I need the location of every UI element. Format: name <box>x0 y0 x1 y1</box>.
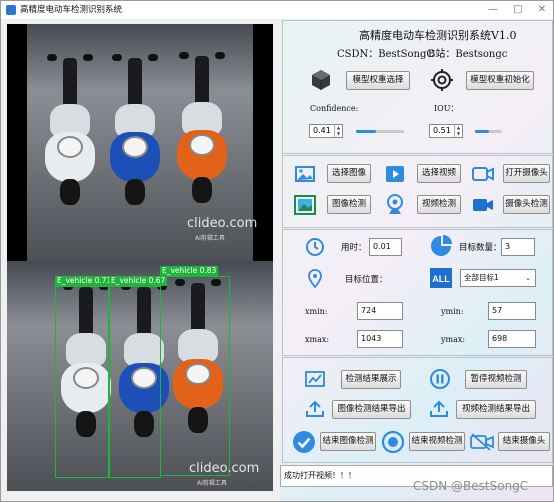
xmax-label: xmax: <box>305 335 330 344</box>
control-panel: 高精度电动车检测识别系统V1.0 CSDN：BestSongC B站：Bests… <box>280 19 553 501</box>
confidence-spinbox[interactable]: 0.41 ▲ ▼ <box>309 124 343 138</box>
spin-arrows-icon[interactable]: ▲ ▼ <box>334 125 342 137</box>
iou-spinbox[interactable]: 0.51 ▲ ▼ <box>429 124 463 138</box>
video-file-icon <box>386 166 404 182</box>
confidence-label: Confidence: <box>310 104 359 113</box>
svg-text:ALL: ALL <box>432 274 450 284</box>
select-image-button[interactable]: 选择图像 <box>327 164 371 183</box>
actions-section: 选择图像 选择视频 打开摄像头 图像检测 视频检测 摄像头检测 <box>282 155 553 228</box>
detection-label: E_vehicle 0.71 <box>55 276 114 286</box>
confidence-slider[interactable] <box>356 130 404 133</box>
open-camera-button[interactable]: 打开摄像头 <box>503 164 550 183</box>
confidence-slider-fill <box>356 130 376 133</box>
status-message: 成功打开视频！！！ <box>284 471 356 480</box>
select-video-button[interactable]: 选择视频 <box>417 164 461 183</box>
page-watermark: CSDN @BestSongC <box>413 479 529 493</box>
watermark-text: clideo.com <box>189 461 260 476</box>
camera-off-icon <box>470 433 494 451</box>
detection-label: E_vehicle 0.83 <box>160 266 219 276</box>
bilibili-label: B站：Bestsongc <box>428 49 508 60</box>
minimize-button[interactable]: — <box>485 3 501 16</box>
ymin-label: ymin: <box>441 307 464 316</box>
pie-chart-icon <box>431 235 452 256</box>
model-select-button[interactable]: 模型权重选择 <box>346 71 410 90</box>
target-select-dropdown[interactable]: 全部目标1 ⌄ <box>460 269 536 287</box>
export-image-results-button[interactable]: 图像检测结果导出 <box>332 400 411 419</box>
camera-icon <box>472 167 494 181</box>
original-image-panel: clideo.com AI剪辑工具 <box>7 24 273 264</box>
results-section: 用时： 0.01 目标数量： 3 目标位置： ALL 全部目标1 ⌄ xmin: <box>282 229 553 356</box>
ymax-field[interactable]: 698 <box>488 330 536 348</box>
video-detect-button[interactable]: 视频检测 <box>417 195 461 214</box>
watermark-subtext: AI剪辑工具 <box>195 235 225 242</box>
end-camera-button[interactable]: 结束摄像头 <box>498 432 550 451</box>
export-video-results-button[interactable]: 视频检测结果导出 <box>456 400 536 419</box>
time-label: 用时： <box>341 243 367 253</box>
camera-detect-button[interactable]: 摄像头检测 <box>503 195 550 214</box>
pause-icon <box>430 369 450 389</box>
detection-box: E_vehicle 0.83 <box>160 266 230 476</box>
pause-video-button[interactable]: 暂停视频检测 <box>465 370 527 389</box>
spin-arrows-icon[interactable]: ▲ ▼ <box>454 125 462 137</box>
target-count-label: 目标数量： <box>459 243 502 253</box>
ymax-label: ymax: <box>441 335 466 344</box>
webcam-icon <box>387 194 403 214</box>
target-select-value: 全部目标1 <box>464 273 499 282</box>
bottom-controls-section: 检测结果展示 暂停视频检测 图像检测结果导出 视频检测结果导出 结束图像检测 结… <box>282 357 553 463</box>
xmin-label: xmin: <box>305 307 328 316</box>
show-results-button[interactable]: 检测结果展示 <box>341 370 401 389</box>
original-photo: clideo.com AI剪辑工具 <box>27 24 257 264</box>
detection-label: E_vehicle 0.67 <box>109 276 168 286</box>
app-icon <box>6 5 16 15</box>
model-init-button[interactable]: 模型权重初始化 <box>466 71 534 90</box>
maximize-button[interactable]: □ <box>510 3 526 16</box>
image-icon <box>295 166 315 182</box>
close-button[interactable]: ✕ <box>534 3 550 16</box>
image-detect-button[interactable]: 图像检测 <box>327 195 371 214</box>
end-image-detect-button[interactable]: 结束图像检测 <box>320 432 376 451</box>
confidence-value: 0.41 <box>313 126 331 135</box>
check-circle-icon <box>293 431 315 453</box>
stop-circle-icon <box>381 430 405 454</box>
result-image-panel: E_vehicle 0.71 E_vehicle 0.67 E_vehicle … <box>7 261 273 491</box>
video-camera-icon <box>473 199 493 211</box>
chevron-down-icon: ⌄ <box>525 274 531 282</box>
ymin-field[interactable]: 57 <box>488 302 536 320</box>
upload-icon <box>306 400 324 417</box>
app-window: 高精度电动车检测识别系统 — □ ✕ clideo.com AI剪辑工具 E_v… <box>0 0 554 502</box>
all-targets-icon: ALL <box>430 268 452 288</box>
model-section: 高精度电动车检测识别系统V1.0 CSDN：BestSongC B站：Bests… <box>282 20 553 154</box>
window-title: 高精度电动车检测识别系统 <box>20 5 123 15</box>
image-detect-icon <box>294 195 316 215</box>
app-title: 高精度电动车检测识别系统V1.0 <box>359 29 517 42</box>
line-chart-icon <box>305 371 325 387</box>
settings-gear-icon <box>431 69 453 91</box>
end-video-detect-button[interactable]: 结束视频检测 <box>409 432 465 451</box>
location-pin-icon <box>308 269 322 289</box>
iou-value: 0.51 <box>433 126 451 135</box>
watermark-text: clideo.com <box>187 216 258 231</box>
cube-icon <box>312 70 330 90</box>
xmin-field[interactable]: 724 <box>357 302 403 320</box>
iou-label: IOU： <box>434 104 459 113</box>
result-photo: E_vehicle 0.71 E_vehicle 0.67 E_vehicle … <box>7 261 273 491</box>
detection-box: E_vehicle 0.67 <box>109 276 168 478</box>
iou-slider-fill <box>475 130 489 133</box>
title-bar: 高精度电动车检测识别系统 — □ ✕ <box>1 1 553 19</box>
csdn-label: CSDN：BestSongC <box>337 49 435 60</box>
iou-slider[interactable] <box>475 130 502 133</box>
target-count-field[interactable]: 3 <box>501 238 535 256</box>
upload-icon <box>430 400 448 417</box>
watermark-subtext: AI剪辑工具 <box>197 480 227 487</box>
time-field[interactable]: 0.01 <box>369 238 402 256</box>
target-position-label: 目标位置： <box>345 275 388 285</box>
timer-icon <box>306 238 324 256</box>
detection-box: E_vehicle 0.71 <box>55 276 114 478</box>
xmax-field[interactable]: 1043 <box>357 330 403 348</box>
